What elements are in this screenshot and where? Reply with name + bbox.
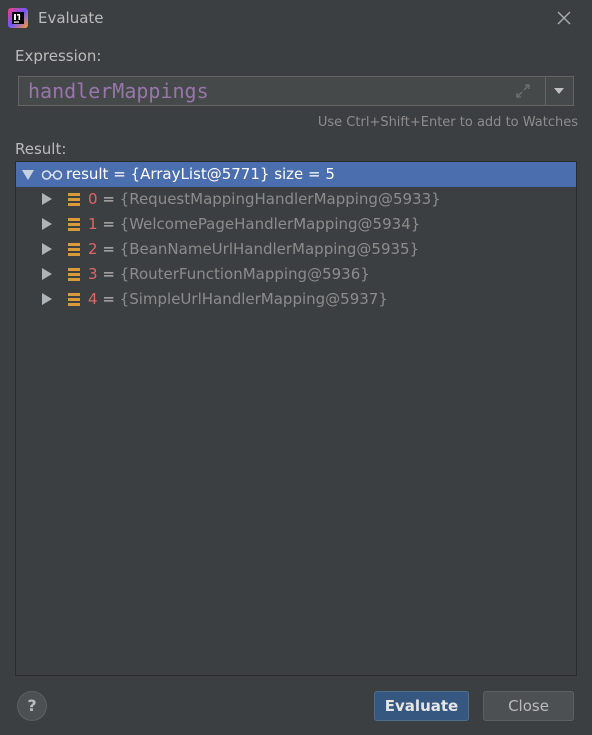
help-button[interactable]: ? <box>17 691 47 721</box>
expand-arrow-icon[interactable] <box>42 218 52 230</box>
history-dropdown-button[interactable] <box>545 77 573 105</box>
collapse-arrow-icon[interactable] <box>22 170 34 180</box>
item-index: 1 <box>88 215 98 233</box>
window-title: Evaluate <box>38 9 104 27</box>
evaluate-button[interactable]: Evaluate <box>374 691 469 721</box>
item-eq: = <box>97 290 120 308</box>
expand-arrow-icon[interactable] <box>42 268 52 280</box>
close-button[interactable]: Close <box>483 691 574 721</box>
tree-row-text: 1 = {WelcomePageHandlerMapping@5934} <box>88 215 420 233</box>
title-bar: Evaluate <box>0 0 592 36</box>
item-index: 2 <box>88 240 98 258</box>
expand-arrow-icon[interactable] <box>42 193 52 205</box>
item-value: {WelcomePageHandlerMapping@5934} <box>119 215 421 233</box>
tree-row[interactable]: 3 = {RouterFunctionMapping@5936} <box>16 262 576 287</box>
tree-row-text: 3 = {RouterFunctionMapping@5936} <box>88 265 370 283</box>
item-value: {BeanNameUrlHandlerMapping@5935} <box>119 240 420 258</box>
field-icon <box>68 218 80 231</box>
item-value: {RequestMappingHandlerMapping@5933} <box>119 190 441 208</box>
field-icon <box>68 243 80 256</box>
tree-row-text: 4 = {SimpleUrlHandlerMapping@5937} <box>88 290 388 308</box>
expand-arrow-icon[interactable] <box>42 243 52 255</box>
item-eq: = <box>97 265 120 283</box>
field-icon <box>68 293 80 306</box>
item-index: 4 <box>88 290 98 308</box>
close-icon[interactable] <box>556 10 572 26</box>
expression-input[interactable] <box>19 77 545 105</box>
chevron-down-icon <box>554 88 564 94</box>
tree-row[interactable]: 0 = {RequestMappingHandlerMapping@5933} <box>16 187 576 212</box>
item-value: {SimpleUrlHandlerMapping@5937} <box>119 290 388 308</box>
item-eq: = <box>97 240 120 258</box>
tree-row-text: 0 = {RequestMappingHandlerMapping@5933} <box>88 190 441 208</box>
item-value: {RouterFunctionMapping@5936} <box>119 265 370 283</box>
item-eq: = <box>97 215 120 233</box>
expression-field[interactable] <box>18 76 574 106</box>
field-icon <box>68 193 80 206</box>
tree-row[interactable]: 4 = {SimpleUrlHandlerMapping@5937} <box>16 287 576 312</box>
item-index: 0 <box>88 190 98 208</box>
tree-row-root-text: result = {ArrayList@5771} size = 5 <box>66 165 335 183</box>
expand-arrow-icon[interactable] <box>42 293 52 305</box>
watches-hint: Use Ctrl+Shift+Enter to add to Watches <box>317 115 578 130</box>
result-label: Result: <box>15 140 67 158</box>
field-icon <box>68 268 80 281</box>
watch-glasses-icon <box>41 170 63 180</box>
tree-row-root[interactable]: result = {ArrayList@5771} size = 5 <box>16 162 576 187</box>
expand-icon[interactable] <box>515 83 531 99</box>
item-eq: = <box>97 190 120 208</box>
tree-row[interactable]: 2 = {BeanNameUrlHandlerMapping@5935} <box>16 237 576 262</box>
result-tree[interactable]: result = {ArrayList@5771} size = 5 0 = {… <box>15 161 577 676</box>
expression-label: Expression: <box>15 47 102 65</box>
tree-row[interactable]: 1 = {WelcomePageHandlerMapping@5934} <box>16 212 576 237</box>
intellij-idea-icon <box>8 8 28 28</box>
item-index: 3 <box>88 265 98 283</box>
tree-row-text: 2 = {BeanNameUrlHandlerMapping@5935} <box>88 240 419 258</box>
